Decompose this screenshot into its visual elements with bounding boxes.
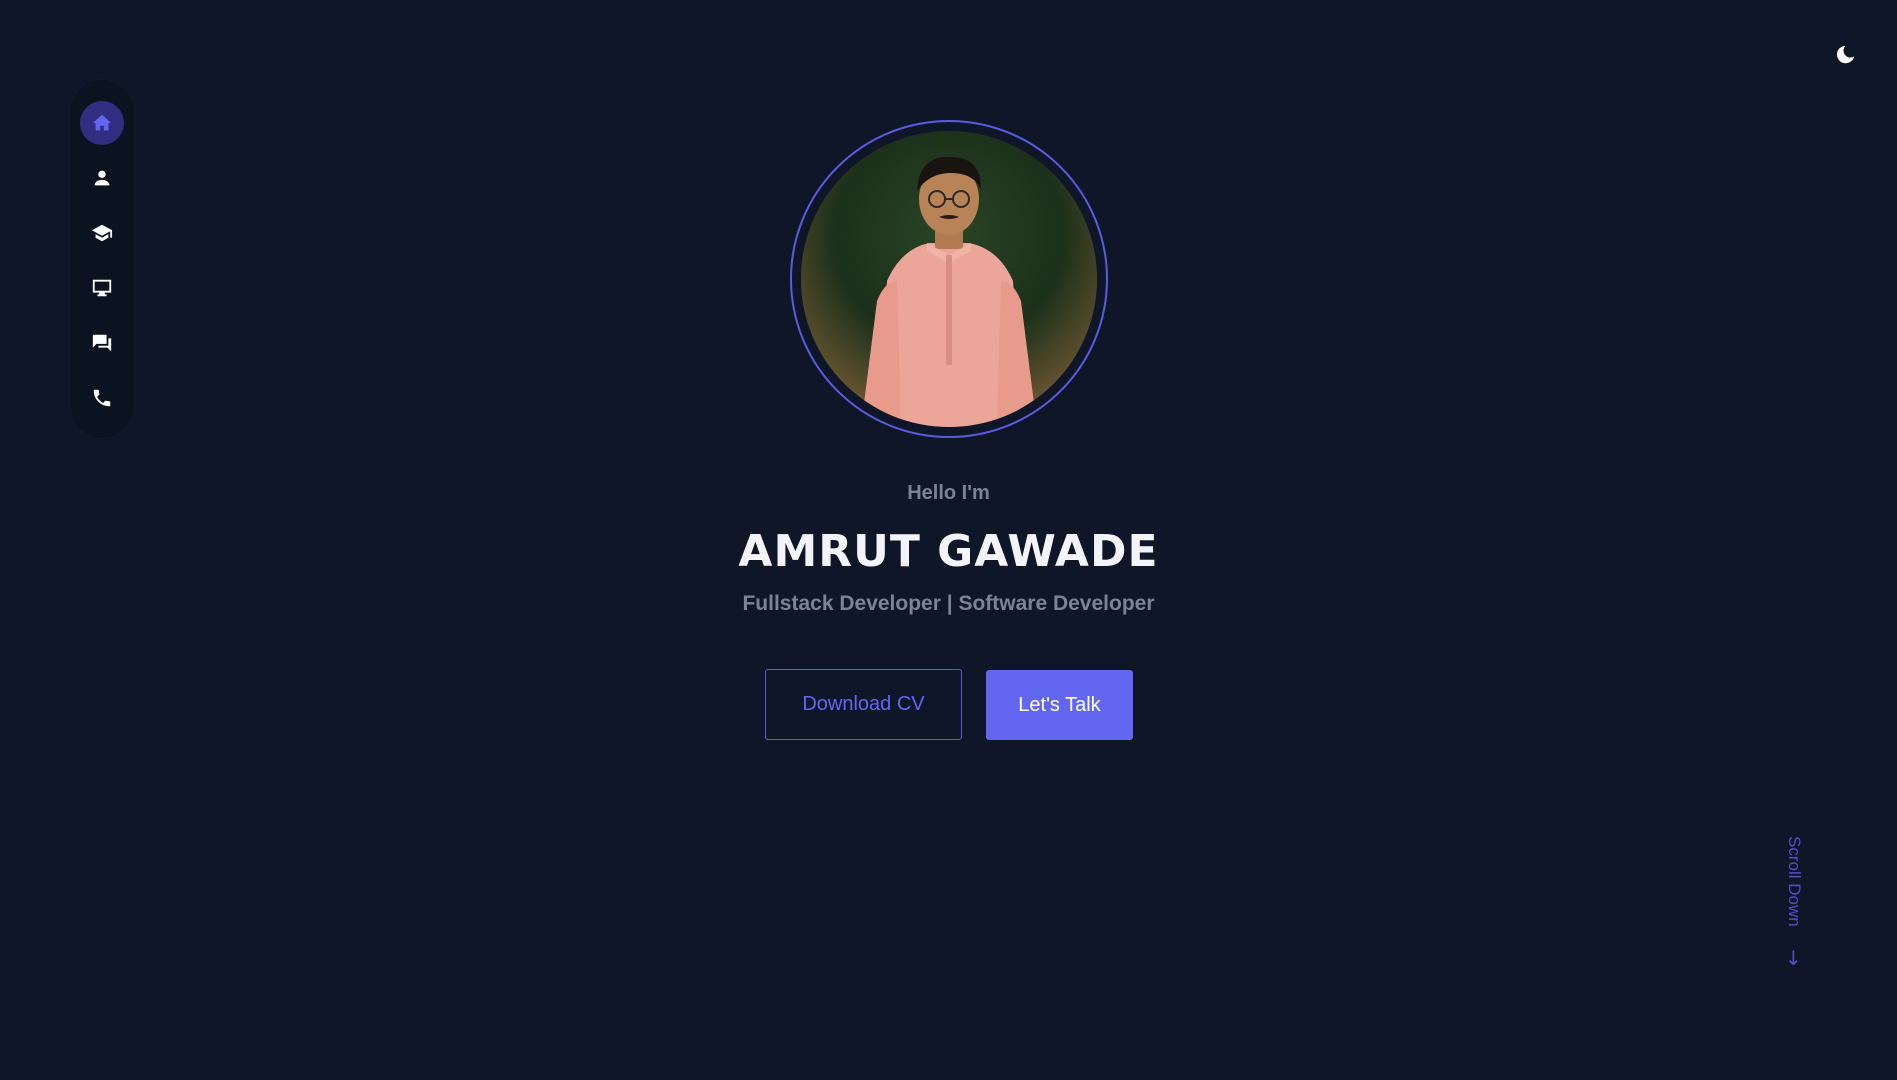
nav-item-testimonials[interactable]	[80, 321, 124, 365]
profile-photo	[801, 131, 1097, 427]
download-cv-button[interactable]: Download CV	[765, 669, 962, 740]
nav-item-projects[interactable]	[80, 266, 124, 310]
phone-icon	[93, 389, 111, 407]
lets-talk-button[interactable]: Let's Talk	[986, 670, 1133, 740]
nav-item-education[interactable]	[80, 211, 124, 255]
monitor-icon	[92, 279, 112, 297]
graduation-cap-icon	[91, 224, 113, 242]
sidebar-nav	[70, 80, 134, 438]
nav-item-home[interactable]	[80, 101, 124, 145]
hero-role: Fullstack Developer | Software Developer	[742, 592, 1155, 615]
scroll-down-link[interactable]: Scroll Down ↓	[1778, 836, 1808, 976]
profile-photo-illustration	[801, 131, 1097, 427]
home-icon	[92, 114, 112, 131]
avatar-ring	[790, 120, 1108, 438]
nav-item-contact[interactable]	[80, 376, 124, 420]
greeting-text: Hello I'm	[907, 482, 990, 504]
chat-icon	[92, 334, 112, 352]
user-icon	[94, 170, 110, 186]
hero-name: AMRUT GAWADE	[738, 526, 1159, 577]
theme-toggle-button[interactable]	[1834, 44, 1856, 66]
arrow-down-icon: ↓	[1785, 946, 1802, 970]
moon-icon	[1836, 45, 1855, 64]
scroll-down-label: Scroll Down	[1785, 836, 1804, 927]
page: Hello I'm AMRUT GAWADE Fullstack Develop…	[0, 0, 1897, 1080]
nav-item-about[interactable]	[80, 156, 124, 200]
